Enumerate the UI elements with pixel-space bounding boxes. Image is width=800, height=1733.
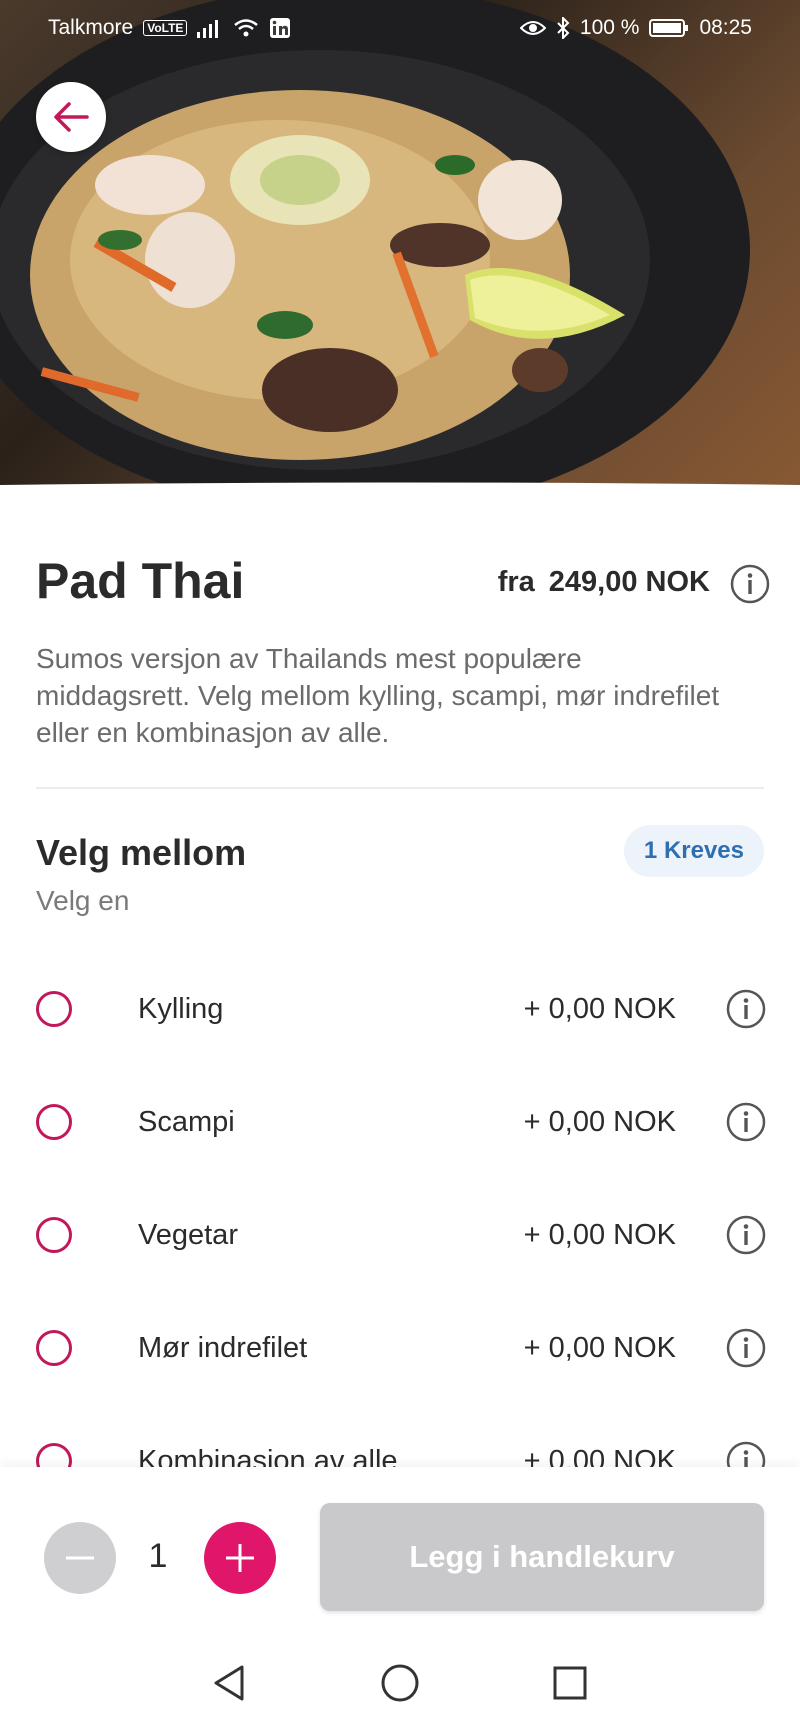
status-bar: Talkmore VoLTE 100 % 08:25 <box>0 0 800 56</box>
nav-home-icon[interactable] <box>380 1663 420 1703</box>
option-row[interactable]: Mør indrefilet + 0,00 NOK <box>0 1294 800 1407</box>
option-info-button[interactable] <box>726 1102 766 1142</box>
quantity-decrease-button[interactable] <box>44 1522 116 1594</box>
info-icon <box>726 1328 766 1368</box>
divider <box>36 787 764 789</box>
option-info-button[interactable] <box>726 1215 766 1255</box>
option-price: + 0,00 NOK <box>523 1106 676 1138</box>
info-icon <box>726 1441 766 1467</box>
quantity-value: 1 <box>148 1537 168 1575</box>
eye-icon <box>519 21 546 35</box>
signal-icon <box>197 20 219 38</box>
status-left: Talkmore VoLTE <box>48 16 291 40</box>
volte-icon: VoLTE <box>143 20 188 36</box>
quantity-increase-button[interactable] <box>204 1522 276 1594</box>
price-value: 249,00 NOK <box>548 566 710 598</box>
cart-bar: 1 Legg i handlekurv <box>0 1467 800 1633</box>
radio-button[interactable] <box>36 1330 72 1366</box>
clock: 08:25 <box>699 16 752 39</box>
nav-recents-icon[interactable] <box>550 1663 590 1703</box>
option-label: Kombinasjon av alle <box>138 1445 398 1467</box>
minus-icon <box>66 1556 94 1560</box>
product-info-icon[interactable] <box>730 564 770 604</box>
price-prefix: fra <box>497 566 535 598</box>
option-label: Mør indrefilet <box>138 1332 308 1364</box>
radio-button[interactable] <box>36 1443 72 1467</box>
option-price: + 0,00 NOK <box>523 993 676 1025</box>
battery-percent: 100 % <box>579 16 640 39</box>
battery-icon <box>649 19 689 37</box>
bluetooth-icon <box>557 17 570 39</box>
system-nav-bar <box>0 1633 800 1733</box>
option-info-button[interactable] <box>726 989 766 1029</box>
info-icon <box>726 1102 766 1142</box>
option-group-title: Velg mellom <box>36 832 247 873</box>
radio-button[interactable] <box>36 1217 72 1253</box>
info-icon <box>726 989 766 1029</box>
option-list: Kylling + 0,00 NOK Scampi + 0,00 NOK Veg… <box>0 955 800 1467</box>
option-info-button[interactable] <box>726 1441 766 1467</box>
option-price: + 0,00 NOK <box>523 1332 676 1364</box>
linkedin-icon <box>270 18 291 38</box>
radio-button[interactable] <box>36 1104 72 1140</box>
product-price: fra 249,00 NOK <box>498 566 710 599</box>
info-icon <box>730 564 770 604</box>
add-to-cart-button[interactable]: Legg i handlekurv <box>320 1503 764 1611</box>
option-price: + 0,00 NOK <box>523 1219 676 1251</box>
back-button[interactable] <box>36 82 106 152</box>
option-info-button[interactable] <box>726 1328 766 1368</box>
option-row[interactable]: Kylling + 0,00 NOK <box>0 955 800 1068</box>
wifi-icon <box>234 19 259 37</box>
plus-icon <box>226 1544 254 1572</box>
option-price: + 0,00 NOK <box>523 1445 676 1467</box>
option-label: Scampi <box>138 1106 235 1138</box>
carrier-name: Talkmore <box>48 16 134 39</box>
option-label: Vegetar <box>138 1219 238 1251</box>
option-label: Kylling <box>138 993 224 1025</box>
option-row[interactable]: Vegetar + 0,00 NOK <box>0 1181 800 1294</box>
hero-image: Talkmore VoLTE 100 % 08:25 <box>0 0 800 515</box>
nav-back-icon[interactable] <box>210 1663 250 1703</box>
option-row[interactable]: Kombinasjon av alle + 0,00 NOK <box>0 1407 800 1467</box>
product-title: Pad Thai <box>36 553 245 609</box>
status-right: 100 % 08:25 <box>519 16 752 40</box>
info-icon <box>726 1215 766 1255</box>
radio-button[interactable] <box>36 991 72 1027</box>
option-group-subtitle: Velg en <box>36 885 130 916</box>
back-arrow-icon <box>54 102 89 132</box>
product-description: Sumos versjon av Thailands mest populære… <box>36 643 720 748</box>
option-row[interactable]: Scampi + 0,00 NOK <box>0 1068 800 1181</box>
required-badge: 1 Kreves <box>623 825 764 877</box>
pad-thai-photo <box>0 0 800 515</box>
